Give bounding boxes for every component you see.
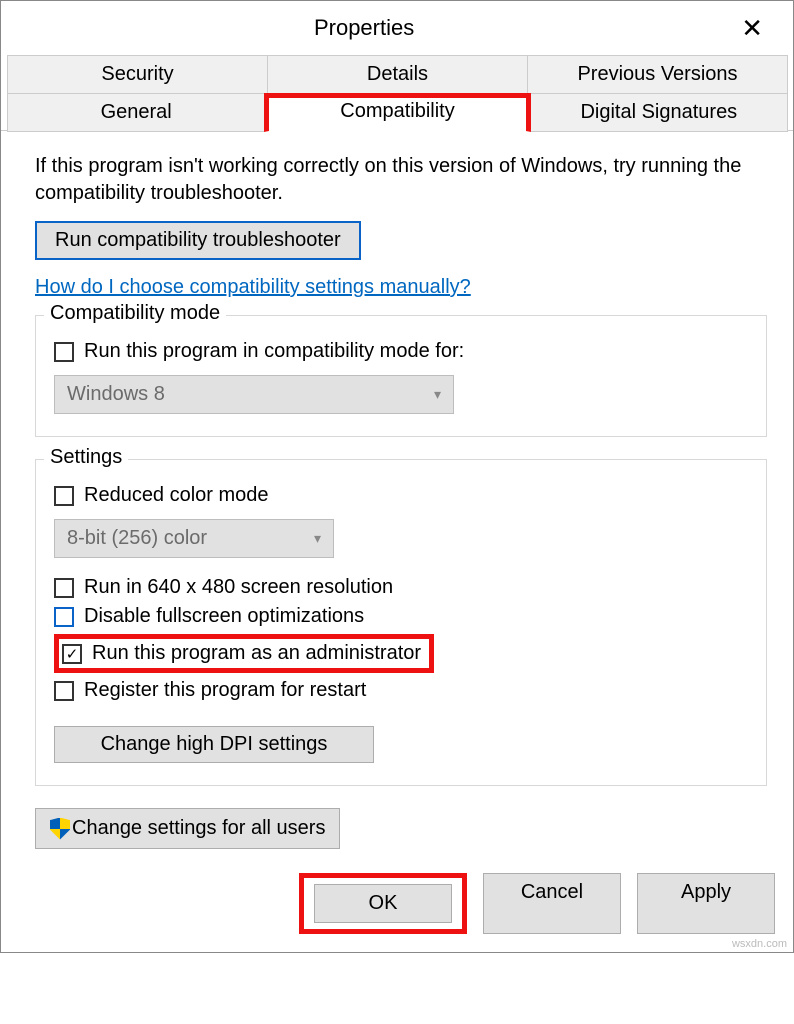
tab-strip: Security Details Previous Versions Gener… — [1, 55, 793, 131]
shield-icon — [50, 818, 70, 840]
checkbox-disable-fullscreen[interactable] — [54, 607, 74, 627]
tab-security[interactable]: Security — [7, 55, 268, 94]
watermark: wsxdn.com — [732, 938, 787, 950]
highlight-run-admin: Run this program as an administrator — [54, 634, 434, 673]
label-disable-fullscreen: Disable fullscreen optimizations — [84, 605, 364, 628]
highlight-ok: OK — [299, 873, 467, 934]
tab-previous-versions[interactable]: Previous Versions — [527, 55, 788, 94]
checkbox-compat-mode[interactable] — [54, 342, 74, 362]
group-title-settings: Settings — [44, 446, 128, 469]
label-reduced-color: Reduced color mode — [84, 484, 269, 507]
select-color-value: 8-bit (256) color — [67, 527, 207, 550]
intro-text: If this program isn't working correctly … — [35, 153, 767, 207]
titlebar: Properties ✕ — [1, 1, 793, 55]
ok-button[interactable]: OK — [314, 884, 452, 923]
select-compat-os[interactable]: Windows 8 ▾ — [54, 375, 454, 414]
dialog-title: Properties — [1, 15, 727, 41]
chevron-down-icon: ▾ — [434, 386, 441, 403]
properties-dialog: Properties ✕ Security Details Previous V… — [0, 0, 794, 953]
help-link[interactable]: How do I choose compatibility settings m… — [35, 276, 471, 299]
checkbox-reduced-color[interactable] — [54, 486, 74, 506]
label-register-restart: Register this program for restart — [84, 679, 366, 702]
group-title-compat: Compatibility mode — [44, 302, 226, 325]
apply-button[interactable]: Apply — [637, 873, 775, 934]
cancel-button[interactable]: Cancel — [483, 873, 621, 934]
dialog-footer: OK Cancel Apply — [1, 859, 793, 952]
tab-content: If this program isn't working correctly … — [1, 130, 793, 859]
group-compatibility-mode: Compatibility mode Run this program in c… — [35, 315, 767, 437]
label-640x480: Run in 640 x 480 screen resolution — [84, 576, 393, 599]
label-run-admin: Run this program as an administrator — [92, 642, 421, 665]
change-all-users-label: Change settings for all users — [72, 817, 325, 840]
label-compat-mode: Run this program in compatibility mode f… — [84, 340, 464, 363]
chevron-down-icon: ▾ — [314, 530, 321, 547]
change-all-users-button[interactable]: Change settings for all users — [35, 808, 340, 849]
checkbox-640x480[interactable] — [54, 578, 74, 598]
group-settings: Settings Reduced color mode 8-bit (256) … — [35, 459, 767, 786]
select-compat-os-value: Windows 8 — [67, 383, 165, 406]
run-troubleshooter-button[interactable]: Run compatibility troubleshooter — [35, 221, 361, 260]
tab-digital-signatures[interactable]: Digital Signatures — [530, 93, 788, 132]
close-icon[interactable]: ✕ — [727, 5, 777, 52]
tab-compatibility[interactable]: Compatibility — [264, 93, 530, 132]
change-dpi-button[interactable]: Change high DPI settings — [54, 726, 374, 763]
tab-details[interactable]: Details — [267, 55, 528, 94]
checkbox-run-admin[interactable] — [62, 644, 82, 664]
select-color-mode[interactable]: 8-bit (256) color ▾ — [54, 519, 334, 558]
tab-general[interactable]: General — [7, 93, 265, 132]
checkbox-register-restart[interactable] — [54, 681, 74, 701]
